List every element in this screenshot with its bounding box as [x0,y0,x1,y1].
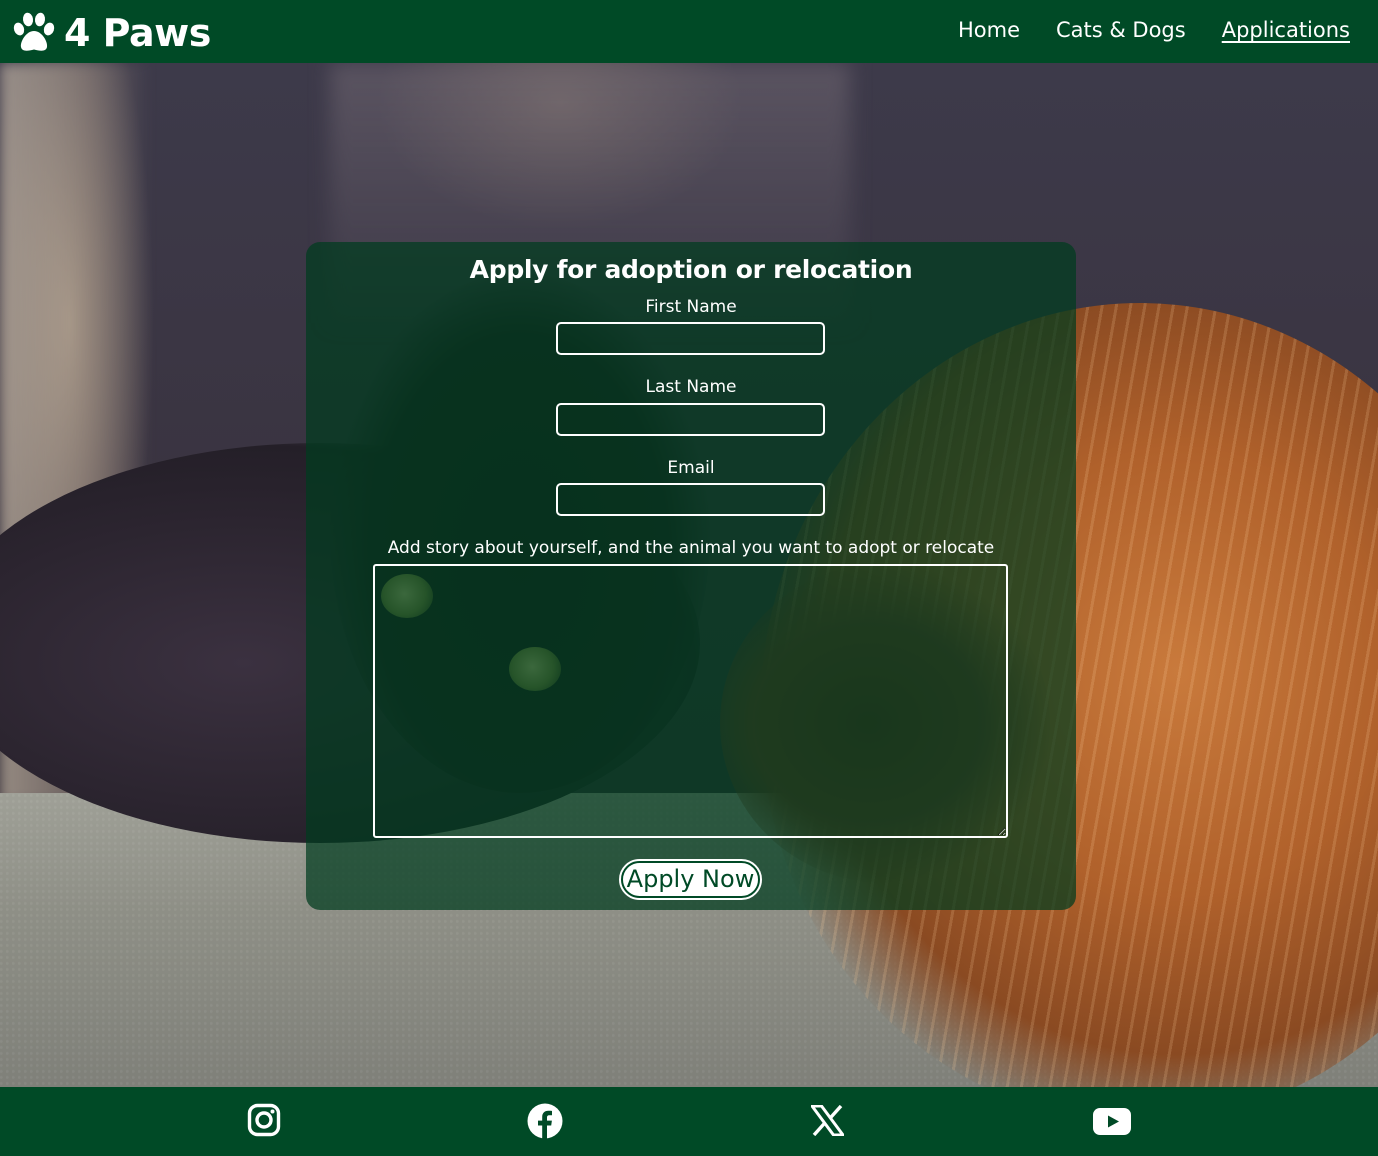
brand-name: 4 Paws [64,11,211,55]
paw-icon [13,12,55,51]
youtube-icon [1093,1108,1131,1135]
nav-link-applications[interactable]: Applications [1222,15,1350,45]
page: 4 Paws Home Cats & Dogs Applications App… [0,0,1378,1156]
nav-link-home[interactable]: Home [958,15,1020,45]
x-link[interactable] [811,1105,844,1136]
last-name-field[interactable] [556,403,825,436]
main-nav: Home Cats & Dogs Applications [958,15,1350,45]
brand-logo-link[interactable]: 4 Paws [12,10,211,56]
last-name-label: Last Name [645,377,737,397]
first-name-field[interactable] [556,322,825,355]
instagram-link[interactable] [247,1103,281,1137]
site-footer [0,1087,1378,1156]
email-field[interactable] [556,483,825,516]
facebook-icon [527,1103,563,1139]
application-form: Apply for adoption or relocation First N… [306,242,1076,910]
youtube-link[interactable] [1093,1108,1131,1135]
facebook-link[interactable] [527,1103,563,1139]
email-label: Email [667,458,715,478]
instagram-icon [247,1103,281,1137]
site-header: 4 Paws Home Cats & Dogs Applications [0,0,1378,63]
story-textarea[interactable] [373,564,1008,838]
first-name-label: First Name [645,297,737,317]
story-label: Add story about yourself, and the animal… [387,538,995,558]
nav-link-cats-dogs[interactable]: Cats & Dogs [1056,15,1186,45]
x-icon [811,1105,844,1136]
apply-now-button[interactable]: Apply Now [619,859,762,900]
form-title: Apply for adoption or relocation [469,255,913,284]
